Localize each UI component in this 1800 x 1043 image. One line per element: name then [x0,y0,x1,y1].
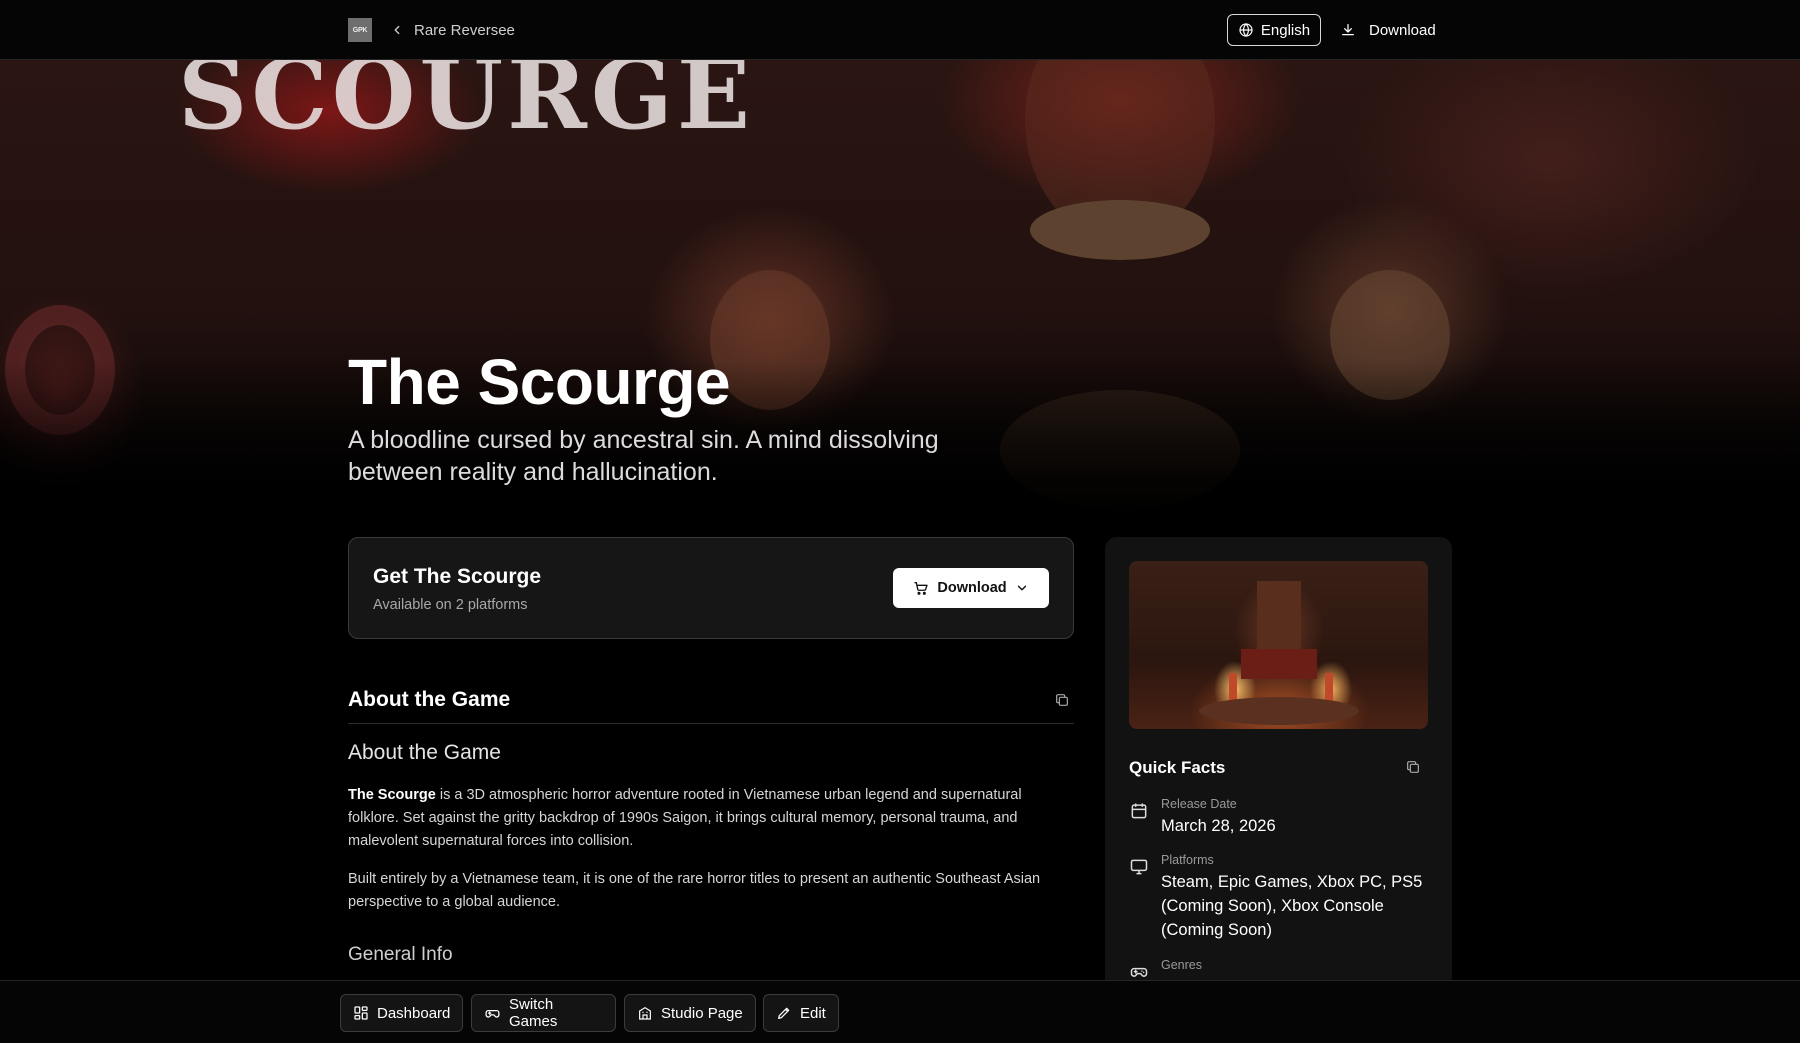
download-dropdown-button[interactable]: Download [893,568,1049,608]
about-paragraph-2: Built entirely by a Vietnamese team, it … [348,871,1041,910]
language-button[interactable]: English [1227,14,1321,46]
chevron-left-icon [390,23,404,37]
copy-icon[interactable] [1405,759,1421,775]
copy-icon[interactable] [1054,692,1070,708]
language-label: English [1260,21,1311,39]
game-tagline: A bloodline cursed by ancestral sin. A m… [348,426,939,486]
about-heading: About the Game [348,741,501,764]
bottom-toolbar: Dashboard Switch Games Studio Page Edit [0,980,1800,1043]
globe-icon [1238,22,1254,38]
game-screenshot[interactable] [1129,561,1428,729]
about-paragraph-1: The Scourge is a 3D atmospheric horror a… [348,784,1074,853]
nav-download-label: Download [1369,21,1436,39]
back-link-label: Rare Reversee [414,21,515,39]
about-section-header: About the Game [348,688,1074,724]
switch-games-button[interactable]: Switch Games [471,994,616,1032]
download-icon [1340,22,1356,38]
chevron-down-icon [1015,581,1029,595]
fact-label: Platforms [1161,853,1214,867]
about-section-title: About the Game [348,688,511,711]
studio-page-button[interactable]: Studio Page [624,994,756,1032]
nav-download-button[interactable]: Download [1340,14,1436,46]
pencil-icon [776,1005,792,1021]
edit-button[interactable]: Edit [763,994,839,1032]
fact-value: March 28, 2026 [1161,817,1276,835]
fact-label: Release Date [1161,797,1237,811]
dashboard-label: Dashboard [377,1004,451,1022]
back-link[interactable]: Rare Reversee [390,18,515,42]
top-navbar: GPK Rare Reversee English Download [0,0,1800,60]
hero-banner: SCOURGE The Scourge A bloodline cursed b… [0,60,1800,520]
fact-label: Genres [1161,958,1202,972]
quick-facts-title: Quick Facts [1129,758,1226,777]
switch-games-label: Switch Games [509,996,558,1030]
edit-label: Edit [800,1004,826,1022]
cart-icon [913,580,929,596]
building-icon [637,1005,653,1021]
studio-page-label: Studio Page [661,1004,743,1022]
dashboard-icon [353,1005,369,1021]
gamepad-icon [484,1005,501,1022]
game-title: The Scourge [348,346,731,418]
gamepad-icon [1129,962,1149,982]
quick-facts-panel: Quick Facts Release Date March 28, 2026 … [1105,537,1452,1043]
about-game-name: The Scourge [348,787,436,803]
get-game-card: Get The Scourge Available on 2 platforms… [348,537,1074,639]
dashboard-button[interactable]: Dashboard [340,994,463,1032]
general-info-heading: General Info [348,944,453,965]
get-card-title: Get The Scourge [373,565,542,588]
download-button-label: Download [937,580,1007,596]
fact-value: Steam, Epic Games, Xbox PC, PS5 (Coming … [1161,873,1423,939]
studio-logo[interactable]: GPK [348,18,372,42]
calendar-icon [1129,801,1149,821]
shrine-artwork [1199,581,1359,725]
monitor-icon [1129,857,1149,877]
about-paragraph-1-text: is a 3D atmospheric horror adventure roo… [348,787,1022,849]
get-card-subtitle: Available on 2 platforms [373,597,528,613]
